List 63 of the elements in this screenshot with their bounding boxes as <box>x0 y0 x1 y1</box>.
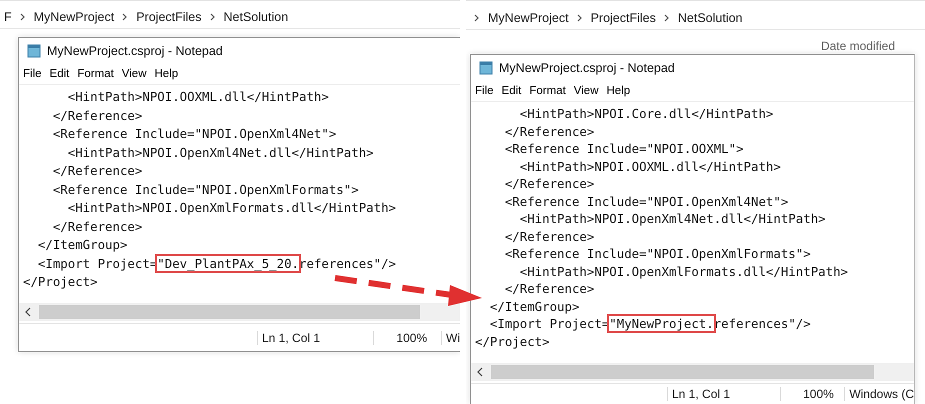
menu-item[interactable]: View <box>574 85 598 97</box>
column-header[interactable]: Date modified <box>820 40 895 52</box>
code-line: <Import Project="MyNewProject.references"/> <box>488 315 811 332</box>
chevron-icon <box>20 13 26 21</box>
code-line: <Reference Include="NPOI.OOXML"> <box>504 140 744 158</box>
menu-item[interactable]: Format <box>77 68 114 80</box>
code-line: </Project> <box>475 332 550 350</box>
code-line: <Reference Include="NPOI.OpenXml4Net"> <box>52 125 336 143</box>
menu-item[interactable]: Help <box>154 68 178 80</box>
status-text: 100% <box>373 330 441 344</box>
status-text: Ln 1, Col 1 <box>257 330 374 344</box>
breadcrumb-item[interactable]: NetSolution <box>224 10 288 24</box>
notepad-icon <box>27 44 41 58</box>
menu-item[interactable]: File <box>23 68 42 80</box>
menu-item[interactable]: View <box>122 68 146 80</box>
chevron-icon <box>474 14 480 22</box>
breadcrumb-item[interactable]: F <box>4 10 12 24</box>
breadcrumb-item[interactable]: MyNewProject <box>488 11 569 25</box>
breadcrumb-item[interactable]: NetSolution <box>678 11 742 25</box>
horizontal-scrollbar[interactable] <box>19 303 460 321</box>
code-line: </ItemGroup> <box>488 298 580 315</box>
menu-item[interactable]: Edit <box>50 68 70 80</box>
breadcrumb-item[interactable]: ProjectFiles <box>136 10 202 24</box>
chevron-icon <box>664 14 670 22</box>
chevron-icon <box>210 13 216 21</box>
code-line: <HintPath>NPOI.OpenXmlFormats.dll</HintPath> <box>66 199 396 217</box>
code-line: </Reference> <box>504 175 594 192</box>
code-line: </Reference> <box>52 106 142 124</box>
code-line: <HintPath>NPOI.OpenXml4Net.dll</HintPath> <box>518 210 826 228</box>
scroll-left-icon[interactable] <box>477 367 483 377</box>
code-line: <Reference Include="NPOI.OpenXmlFormats"> <box>52 180 359 199</box>
breadcrumb-item[interactable]: ProjectFiles <box>590 11 656 25</box>
window-title: MyNewProject.csproj - Notepad <box>499 61 675 75</box>
status-text: Wi <box>441 330 460 344</box>
code-line: </Reference> <box>504 280 594 298</box>
menu-item[interactable]: Format <box>529 85 566 97</box>
code-line: </Reference> <box>52 162 142 180</box>
menu-item[interactable]: Edit <box>502 85 522 97</box>
code-line: <HintPath>NPOI.OOXML.dll</HintPath> <box>66 88 329 106</box>
code-line: </ItemGroup> <box>36 236 128 254</box>
chevron-icon <box>576 14 583 22</box>
code-line: <HintPath>NPOI.Core.dll</HintPath> <box>518 105 774 122</box>
code-line: <Reference Include="NPOI.OpenXml4Net"> <box>504 192 788 210</box>
code-line: <HintPath>NPOI.OpenXmlFormats.dll</HintPath> <box>518 262 848 280</box>
code-line: <Import Project="Dev_PlantPAx_5_20.references"/> <box>36 254 396 273</box>
horizontal-scrollbar[interactable] <box>471 363 914 381</box>
status-text: Windows (C <box>844 387 914 401</box>
scroll-left-icon[interactable] <box>25 307 31 317</box>
status-text: Ln 1, Col 1 <box>667 387 780 401</box>
status-text: 100% <box>780 387 844 401</box>
notepad-icon <box>479 61 493 75</box>
code-line: <HintPath>NPOI.OOXML.dll</HintPath> <box>518 158 781 175</box>
code-line: </Reference> <box>504 228 594 245</box>
menu-item[interactable]: File <box>475 85 494 97</box>
window-title: MyNewProject.csproj - Notepad <box>47 44 223 58</box>
code-line: </Reference> <box>52 218 142 236</box>
breadcrumb-item[interactable]: MyNewProject <box>34 10 114 24</box>
code-line: </Project> <box>23 273 98 291</box>
code-line: <Reference Include="NPOI.OpenXmlFormats"> <box>504 245 811 262</box>
code-line: </Reference> <box>504 122 594 140</box>
chevron-icon <box>122 13 128 21</box>
code-line: <HintPath>NPOI.OpenXml4Net.dll</HintPath> <box>66 144 374 162</box>
menu-item[interactable]: Help <box>606 85 630 97</box>
